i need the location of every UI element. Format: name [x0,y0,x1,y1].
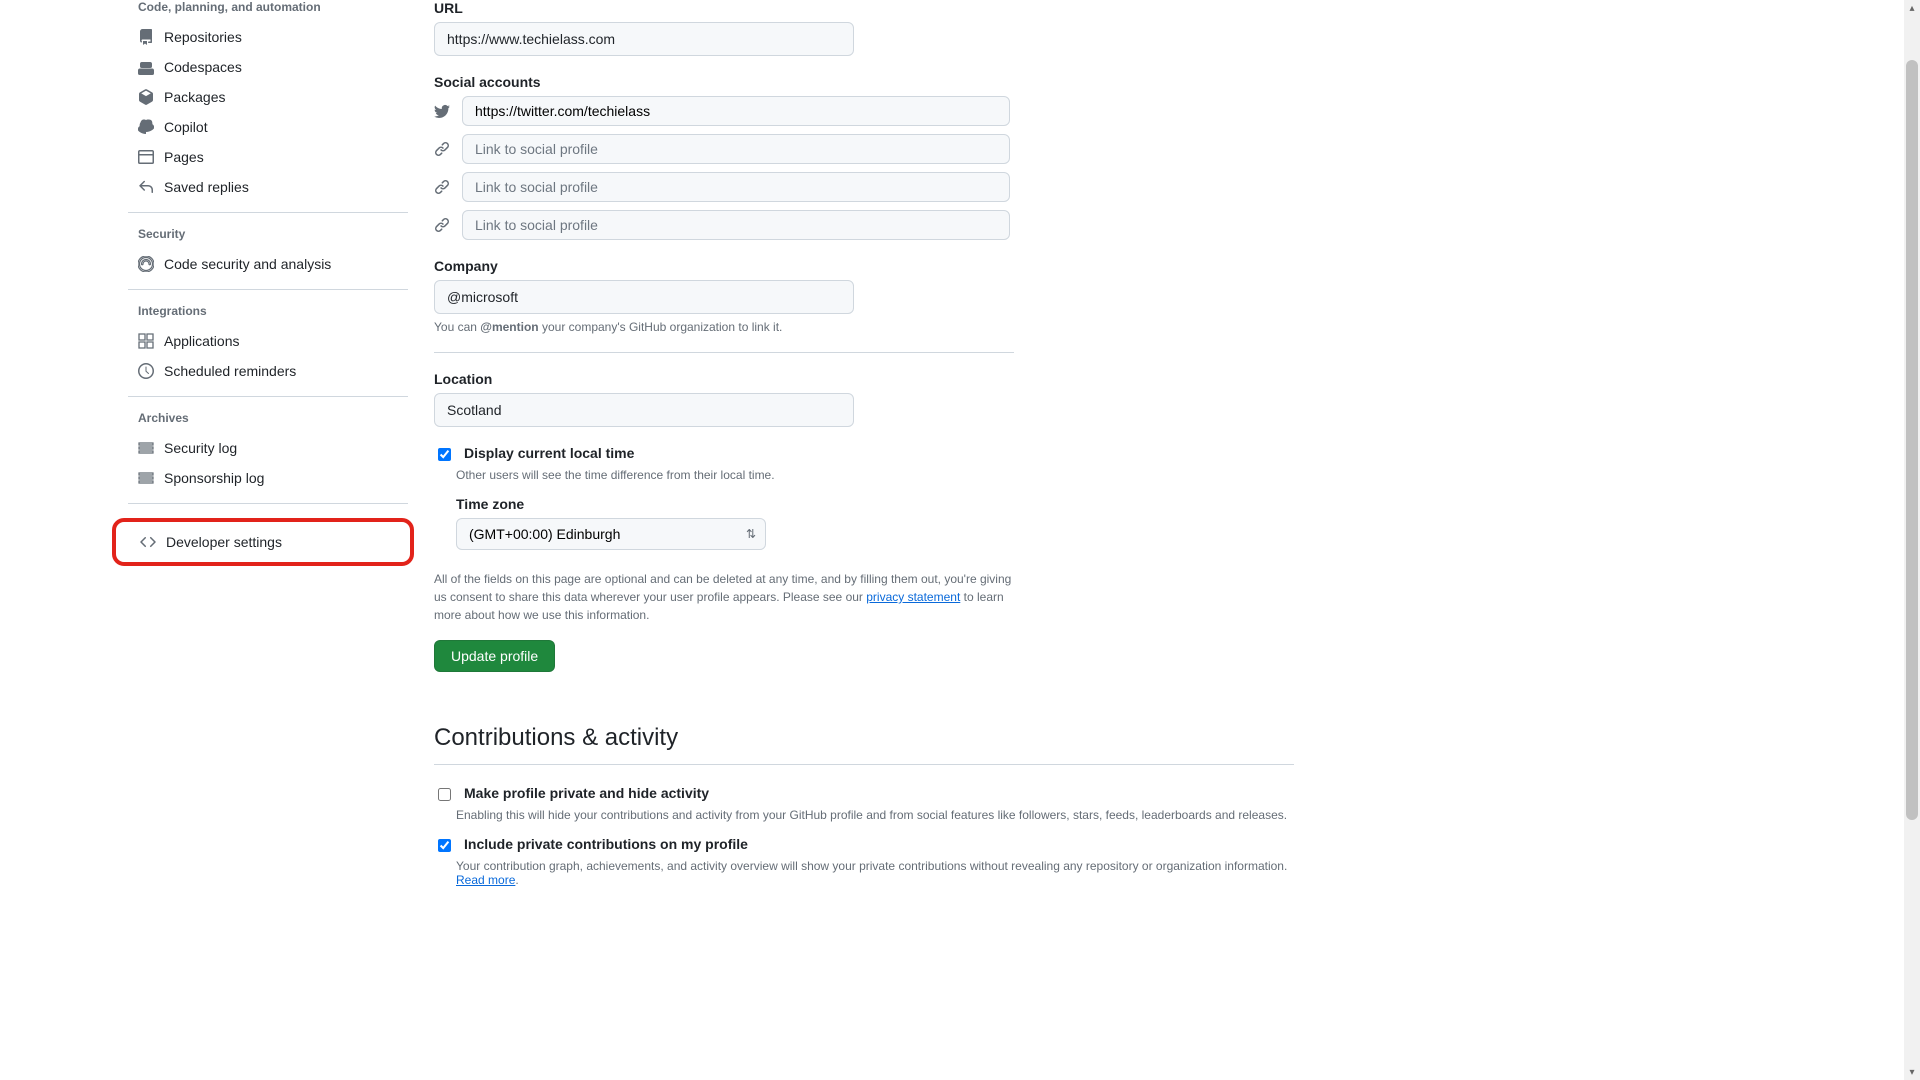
sidebar-group-security: Security [118,227,418,249]
sidebar-item-saved-replies[interactable]: Saved replies [118,172,418,202]
privacy-disclaimer: All of the fields on this page are optio… [434,570,1014,624]
location-input[interactable] [434,393,854,427]
scrollbar-thumb[interactable] [1906,60,1918,820]
sidebar-item-developer-settings[interactable]: Developer settings [116,522,410,562]
scroll-down-icon[interactable]: ▾ [1904,1064,1920,1080]
sidebar-item-label: Codespaces [164,59,242,75]
scroll-up-icon[interactable]: ▴ [1904,0,1920,16]
sidebar-item-pages[interactable]: Pages [118,142,418,172]
social-input-3[interactable] [462,172,1010,202]
contributions-heading: Contributions & activity [434,724,1294,760]
sidebar-group-code: Code, planning, and automation [118,0,418,22]
sidebar-item-label: Scheduled reminders [164,363,296,379]
sidebar-item-label: Applications [164,333,240,349]
apps-icon [138,333,154,349]
company-input[interactable] [434,280,854,314]
link-icon [434,141,450,157]
display-local-time-checkbox[interactable] [438,448,451,461]
sidebar-item-label: Repositories [164,29,242,45]
link-icon [434,179,450,195]
social-input-2[interactable] [462,134,1010,164]
sidebar-item-codespaces[interactable]: Codespaces [118,52,418,82]
timezone-select[interactable]: (GMT+00:00) Edinburgh [456,518,766,550]
read-more-link[interactable]: Read more [456,873,515,887]
update-profile-button[interactable]: Update profile [434,640,555,672]
log-icon [138,440,154,456]
display-local-time-desc: Other users will see the time difference… [456,468,1294,482]
code-icon [140,534,156,550]
url-label: URL [434,0,1294,16]
sidebar-group-integrations: Integrations [118,304,418,326]
display-local-time-label: Display current local time [464,445,634,461]
social-accounts-label: Social accounts [434,74,1294,90]
company-label: Company [434,258,1294,274]
sidebar-item-repositories[interactable]: Repositories [118,22,418,52]
include-private-label: Include private contributions on my prof… [464,836,748,852]
sidebar-item-label: Security log [164,440,237,456]
link-icon [434,217,450,233]
sidebar-item-label: Copilot [164,119,208,135]
sidebar-item-label: Code security and analysis [164,256,331,272]
sidebar-divider [128,289,408,290]
sidebar-item-copilot[interactable]: Copilot [118,112,418,142]
reply-icon [138,179,154,195]
sidebar-divider [128,396,408,397]
sidebar-item-packages[interactable]: Packages [118,82,418,112]
settings-sidebar: Code, planning, and automation Repositor… [118,0,418,1080]
sidebar-item-applications[interactable]: Applications [118,326,418,356]
section-divider [434,352,1014,353]
make-private-checkbox[interactable] [438,788,451,801]
privacy-statement-link[interactable]: privacy statement [866,590,960,604]
sidebar-group-archives: Archives [118,411,418,433]
sidebar-item-label: Developer settings [166,534,282,550]
twitter-icon [434,103,450,119]
social-input-1[interactable] [462,96,1010,126]
make-private-desc: Enabling this will hide your contributio… [456,808,1294,822]
sidebar-item-label: Pages [164,149,204,165]
sidebar-item-code-security[interactable]: Code security and analysis [118,249,418,279]
social-input-4[interactable] [462,210,1010,240]
sidebar-item-scheduled-reminders[interactable]: Scheduled reminders [118,356,418,386]
sidebar-divider [128,503,408,504]
sidebar-divider [128,212,408,213]
browser-icon [138,149,154,165]
scrollbar[interactable]: ▴ ▾ [1904,0,1920,1080]
sidebar-item-sponsorship-log[interactable]: Sponsorship log [118,463,418,493]
profile-settings-form: URL Social accounts Company [418,0,1318,1080]
highlight-developer-settings: Developer settings [112,518,414,566]
repo-icon [138,29,154,45]
shield-icon [138,256,154,272]
section-divider [434,764,1294,765]
clock-icon [138,363,154,379]
package-icon [138,89,154,105]
company-help-text: You can @mention your company's GitHub o… [434,320,1294,334]
sidebar-item-security-log[interactable]: Security log [118,433,418,463]
include-private-desc: Your contribution graph, achievements, a… [456,859,1294,887]
copilot-icon [138,119,154,135]
include-private-checkbox[interactable] [438,839,451,852]
url-input[interactable] [434,22,854,56]
timezone-label: Time zone [456,496,1294,512]
sidebar-item-label: Saved replies [164,179,249,195]
make-private-label: Make profile private and hide activity [464,785,709,801]
codespaces-icon [138,59,154,75]
location-label: Location [434,371,1294,387]
log-icon [138,470,154,486]
sidebar-item-label: Packages [164,89,225,105]
sidebar-item-label: Sponsorship log [164,470,264,486]
